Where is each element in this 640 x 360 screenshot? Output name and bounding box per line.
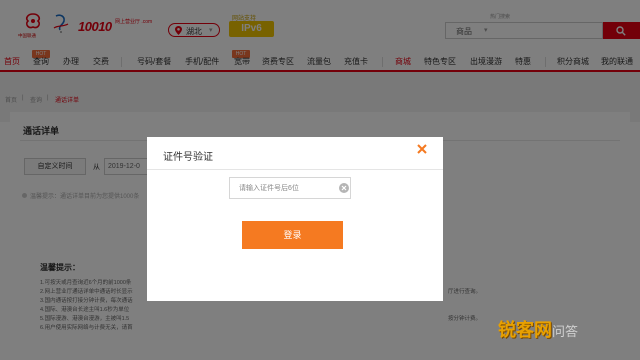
watermark: 锐客网问答 (498, 316, 578, 342)
id-number-field (229, 177, 351, 199)
dialog-title: 证件号验证 (163, 152, 213, 163)
login-button[interactable]: 登录 (242, 221, 343, 249)
close-icon[interactable] (415, 142, 429, 156)
watermark-primary: 锐客网 (498, 320, 552, 340)
dialog-divider (147, 169, 443, 170)
id-number-input[interactable] (230, 178, 334, 198)
watermark-secondary: 问答 (552, 324, 579, 339)
clear-icon[interactable] (339, 183, 349, 193)
id-verification-dialog: 证件号验证 登录 (147, 137, 443, 301)
